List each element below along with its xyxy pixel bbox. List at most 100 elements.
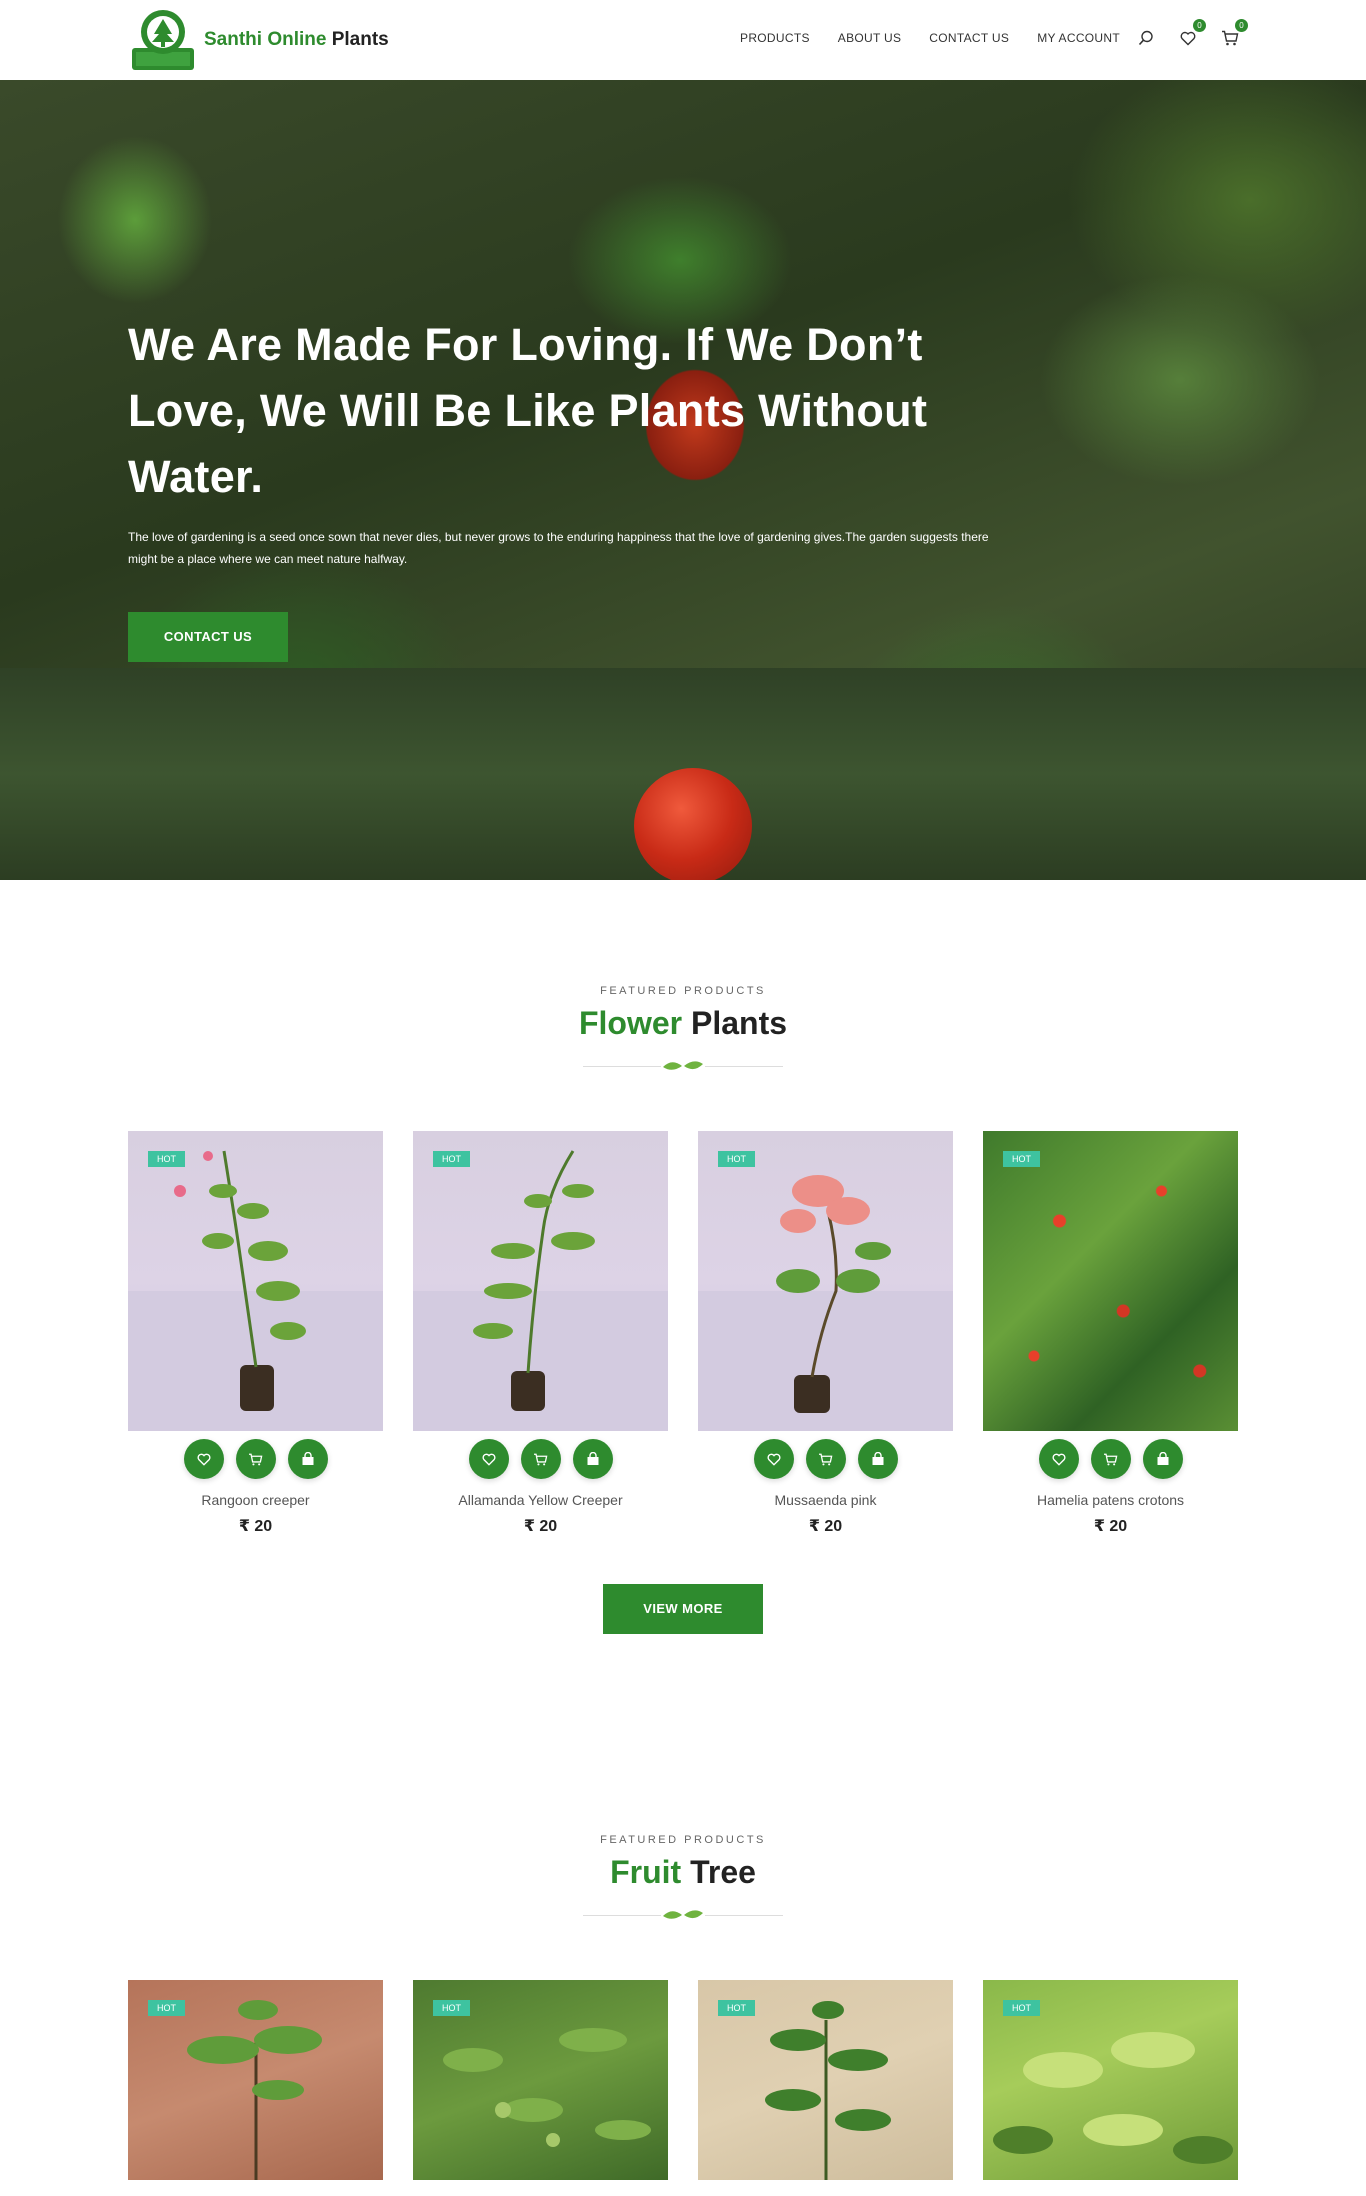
product-actions: [698, 1439, 953, 1479]
fruit-tree-section: FEATURED PRODUCTS Fruit Tree HOT HOT HOT…: [0, 1634, 1366, 2180]
fruit-product-grid: HOT HOT HOT HOT: [0, 1980, 1366, 2180]
product-image[interactable]: HOT: [698, 1980, 953, 2180]
section-title: Flower Plants: [0, 1005, 1366, 1042]
cart-icon: [534, 1453, 548, 1465]
product-image[interactable]: HOT: [413, 1980, 668, 2180]
product-image[interactable]: HOT: [128, 1980, 383, 2180]
add-to-cart-button[interactable]: [520, 1439, 561, 1479]
product-card[interactable]: HOT Hamelia patens crotons ₹ 20: [983, 1131, 1238, 1536]
section-title-dark: Plants: [690, 1005, 788, 1041]
hot-badge: HOT: [1003, 1151, 1040, 1167]
leaf-icon: [663, 1910, 703, 1919]
product-price: ₹ 20: [1093, 1518, 1128, 1535]
search-icon[interactable]: [1136, 28, 1156, 48]
product-price: ₹ 20: [523, 1518, 558, 1535]
cart-count-badge: 0: [1235, 19, 1248, 32]
hero-title: We Are Made For Loving. If We Don’t Love…: [128, 319, 928, 502]
section-title: Fruit Tree: [0, 1854, 1366, 1891]
product-card[interactable]: HOT: [128, 1980, 383, 2180]
product-card[interactable]: HOT: [698, 1980, 953, 2180]
add-to-cart-button[interactable]: [805, 1439, 846, 1479]
contact-us-button[interactable]: CONTACT US: [128, 612, 288, 662]
nav-products[interactable]: PRODUCTS: [740, 31, 810, 45]
shopping-bag-icon: [1157, 1452, 1168, 1465]
add-to-wishlist-button[interactable]: [183, 1439, 224, 1479]
product-name[interactable]: Mussaenda pink: [698, 1492, 953, 1508]
heart-icon: [1052, 1453, 1065, 1466]
heart-icon: [482, 1453, 495, 1466]
hot-badge: HOT: [1003, 2000, 1040, 2016]
cart-icon: [249, 1453, 263, 1465]
leaf-icon: [663, 1061, 703, 1070]
main-nav: PRODUCTS ABOUT US CONTACT US MY ACCOUNT: [740, 31, 1120, 45]
hero-banner: We Are Made For Loving. If We Don’t Love…: [0, 80, 1366, 880]
heart-icon: [197, 1453, 210, 1466]
nav-contact-us[interactable]: CONTACT US: [929, 31, 1009, 45]
hero-photo-band: [0, 668, 1366, 880]
shopping-bag-icon: [872, 1452, 883, 1465]
product-card[interactable]: HOT Rangoon creeper ₹ 20: [128, 1131, 383, 1536]
hero-text: The love of gardening is a seed once sow…: [128, 530, 989, 566]
product-image[interactable]: HOT: [698, 1131, 953, 1431]
product-image[interactable]: HOT: [983, 1131, 1238, 1431]
add-to-wishlist-button[interactable]: [1038, 1439, 1079, 1479]
cart-icon: [1104, 1453, 1118, 1465]
product-actions: [983, 1439, 1238, 1479]
product-card[interactable]: HOT Allamanda Yellow Creeper ₹ 20: [413, 1131, 668, 1536]
hot-badge: HOT: [148, 1151, 185, 1167]
product-card[interactable]: HOT: [983, 1980, 1238, 2180]
section-subtitle: FEATURED PRODUCTS: [600, 1834, 766, 1846]
product-price: ₹ 20: [238, 1518, 273, 1535]
tree-logo-icon: [130, 8, 196, 72]
buy-now-button[interactable]: [287, 1439, 328, 1479]
view-more-button[interactable]: VIEW MORE: [603, 1584, 763, 1634]
section-subtitle: FEATURED PRODUCTS: [600, 985, 766, 997]
product-price: ₹ 20: [808, 1518, 843, 1535]
add-to-cart-button[interactable]: [1090, 1439, 1131, 1479]
product-name[interactable]: Rangoon creeper: [128, 1492, 383, 1508]
shopping-bag-icon: [302, 1452, 313, 1465]
heart-icon: [1180, 31, 1196, 45]
product-card[interactable]: HOT: [413, 1980, 668, 2180]
hot-badge: HOT: [433, 1151, 470, 1167]
hot-badge: HOT: [148, 2000, 185, 2016]
product-name[interactable]: Hamelia patens crotons: [983, 1492, 1238, 1508]
section-title-dark: Tree: [690, 1854, 756, 1890]
hero-content: We Are Made For Loving. If We Don’t Love…: [128, 312, 1008, 662]
site-logo[interactable]: Santhi Online Plants: [130, 8, 389, 72]
brand-name-green: Santhi Online: [204, 29, 327, 50]
red-berry-image: [634, 768, 752, 880]
site-header: Santhi Online Plants PRODUCTS ABOUT US C…: [0, 0, 1366, 80]
brand-name: Santhi Online Plants: [204, 29, 389, 51]
product-actions: [413, 1439, 668, 1479]
cart-icon: [1222, 30, 1239, 46]
section-title-green: Fruit: [610, 1854, 682, 1890]
add-to-wishlist-button[interactable]: [468, 1439, 509, 1479]
section-title-green: Flower: [578, 1005, 683, 1041]
wishlist-button[interactable]: 0: [1178, 19, 1206, 48]
wishlist-count-badge: 0: [1193, 19, 1206, 32]
cart-icon: [819, 1453, 833, 1465]
leaf-divider: [583, 1056, 783, 1076]
flower-product-grid: HOT Rangoon creeper ₹ 20 HOT Allamanda Y…: [0, 1131, 1366, 1536]
product-image[interactable]: HOT: [413, 1131, 668, 1431]
hot-badge: HOT: [718, 1151, 755, 1167]
product-image[interactable]: HOT: [983, 1980, 1238, 2180]
product-card[interactable]: HOT Mussaenda pink ₹ 20: [698, 1131, 953, 1536]
header-icons: 0 0: [1136, 19, 1248, 48]
buy-now-button[interactable]: [1142, 1439, 1183, 1479]
cart-button[interactable]: 0: [1220, 19, 1248, 48]
buy-now-button[interactable]: [572, 1439, 613, 1479]
add-to-cart-button[interactable]: [235, 1439, 276, 1479]
flower-plants-section: FEATURED PRODUCTS Flower Plants HOT Rang…: [0, 880, 1366, 1634]
product-name[interactable]: Allamanda Yellow Creeper: [413, 1492, 668, 1508]
heart-icon: [767, 1453, 780, 1466]
shopping-bag-icon: [587, 1452, 598, 1465]
product-image[interactable]: HOT: [128, 1131, 383, 1431]
leaf-divider: [583, 1905, 783, 1925]
buy-now-button[interactable]: [857, 1439, 898, 1479]
nav-about-us[interactable]: ABOUT US: [838, 31, 902, 45]
add-to-wishlist-button[interactable]: [753, 1439, 794, 1479]
nav-my-account[interactable]: MY ACCOUNT: [1037, 31, 1120, 45]
brand-name-dark: Plants: [331, 29, 389, 50]
